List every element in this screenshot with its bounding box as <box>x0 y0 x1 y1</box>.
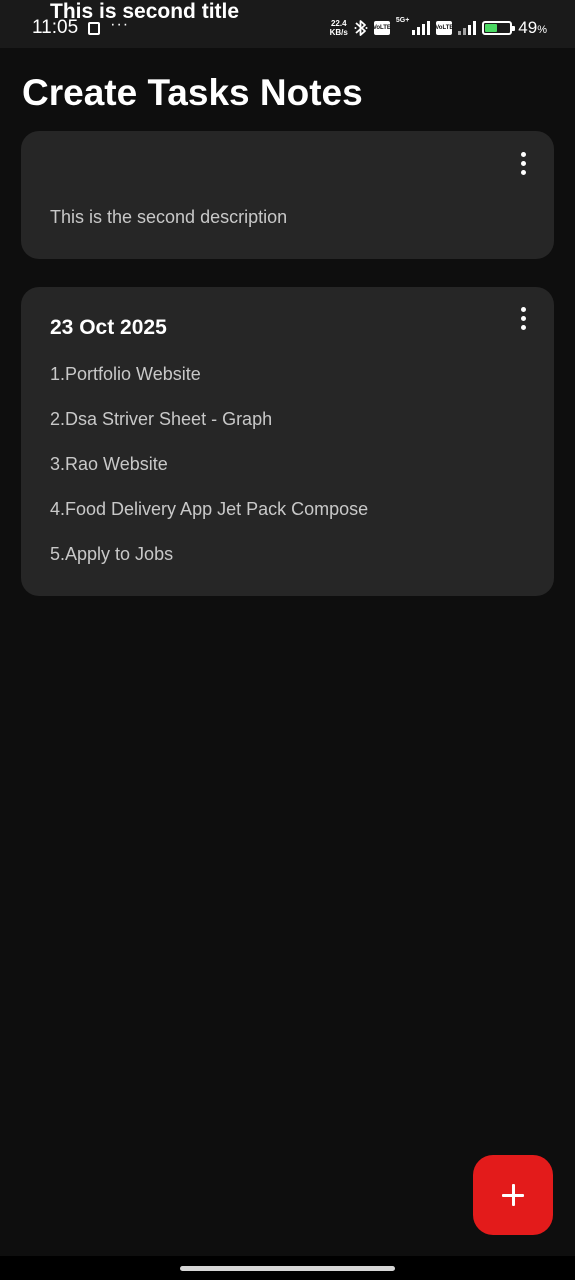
note-line: 2.Dsa Striver Sheet - Graph <box>50 409 273 429</box>
note-line: 5.Apply to Jobs <box>50 544 174 564</box>
more-vert-icon-dot <box>520 315 526 321</box>
note-title: This is second title <box>50 0 240 23</box>
note-line: 1.Portfolio Website <box>50 364 201 384</box>
navigation-bar <box>0 1256 575 1280</box>
plus-icon <box>502 1184 524 1206</box>
network-type: 5G+ <box>395 17 410 24</box>
signal-sim2-icon <box>458 21 477 35</box>
battery-level <box>485 24 498 32</box>
more-vert-icon-dot <box>520 151 526 157</box>
more-vert-icon-dot <box>520 160 526 166</box>
battery-percent: 49% <box>518 18 547 37</box>
volte-badge-sim2: VoLTE <box>435 21 453 35</box>
more-vert-icon-dot <box>520 306 526 312</box>
status-right: 22.4 KB/s VoLTE 5G+ VoLTE 49% <box>330 15 547 41</box>
note-line: 3.Rao Website <box>50 454 168 474</box>
note-card[interactable] <box>21 131 554 259</box>
note-more-options-button[interactable] <box>508 300 538 336</box>
more-vert-icon-dot <box>520 169 526 175</box>
note-line: This is the second description <box>50 207 288 227</box>
network-speed-unit: KB/s <box>329 28 348 37</box>
page-title: Create Tasks Notes <box>22 72 363 113</box>
volte-badge-sim1: VoLTE <box>373 21 391 35</box>
note-more-options-button[interactable] <box>508 145 538 181</box>
network-speed: 22.4 KB/s <box>330 19 348 37</box>
signal-sim1-icon <box>412 21 431 35</box>
note-title: 23 Oct 2025 <box>50 316 167 339</box>
bluetooth-icon <box>354 20 368 36</box>
more-vert-icon-dot <box>520 324 526 330</box>
add-note-button[interactable] <box>473 1155 553 1235</box>
note-line: 4.Food Delivery App Jet Pack Compose <box>50 499 369 519</box>
home-gesture-handle[interactable] <box>180 1266 395 1271</box>
battery-icon <box>482 21 516 35</box>
network-speed-value: 22.4 <box>330 19 347 28</box>
